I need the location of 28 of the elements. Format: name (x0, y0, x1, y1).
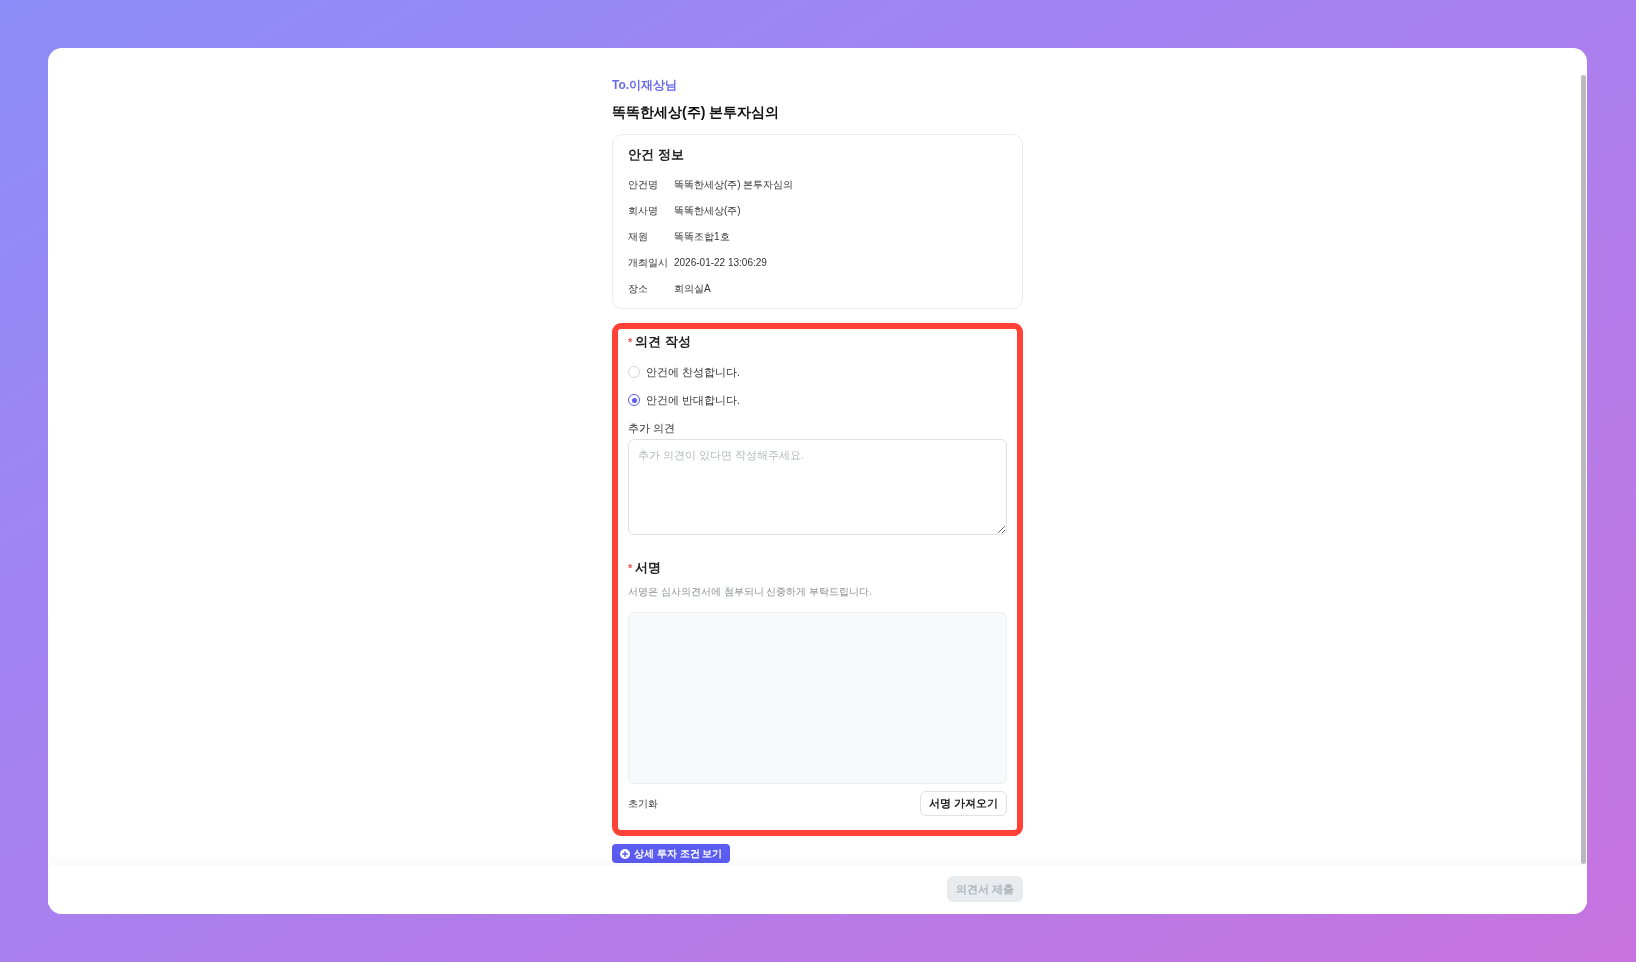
radio-label[interactable]: 안건에 찬성합니다. (646, 364, 740, 380)
plus-circle-icon (620, 848, 630, 859)
card-title: 안건 정보 (628, 146, 685, 164)
page-title: 똑똑한세상(주) 본투자심의 (612, 103, 781, 122)
section-title: 의견 작성 (635, 333, 691, 351)
info-value: 똑똑한세상(주) 본투자심의 (674, 178, 794, 192)
info-label: 개최일시 (628, 256, 669, 270)
info-label: 장소 (628, 282, 649, 296)
info-value: 2026-01-22 13:06:29 (674, 256, 767, 270)
scrollbar[interactable] (1581, 75, 1586, 864)
load-signature-button[interactable]: 서명 가져오기 (919, 791, 1007, 816)
info-label: 회사명 (628, 204, 659, 218)
recipient-label: To.이재상님 (612, 77, 679, 93)
info-value: 똑똑한세상(주) (674, 204, 741, 218)
required-mark: * (628, 561, 633, 576)
opinion-textarea[interactable]: 추가 의견이 있다면 작성해주세요. (628, 439, 1007, 535)
info-value: 회의실A (674, 282, 711, 296)
reset-button[interactable]: 초기화 (628, 796, 658, 811)
required-mark: * (628, 335, 633, 350)
info-label: 안건명 (628, 178, 659, 192)
section-title: 서명 (635, 559, 662, 577)
info-label: 재원 (628, 230, 649, 244)
field-label: 추가 의견 (628, 421, 676, 436)
info-value: 똑똑조합1호 (674, 230, 730, 244)
details-button[interactable]: 상세 투자 조건 보기 (612, 844, 731, 863)
radio-label[interactable]: 안건에 반대합니다. (646, 392, 740, 408)
radio-button[interactable] (628, 394, 640, 406)
signature-hint: 서명은 심사의견서에 첨부되니 신중하게 부탁드립니다. (628, 585, 873, 599)
